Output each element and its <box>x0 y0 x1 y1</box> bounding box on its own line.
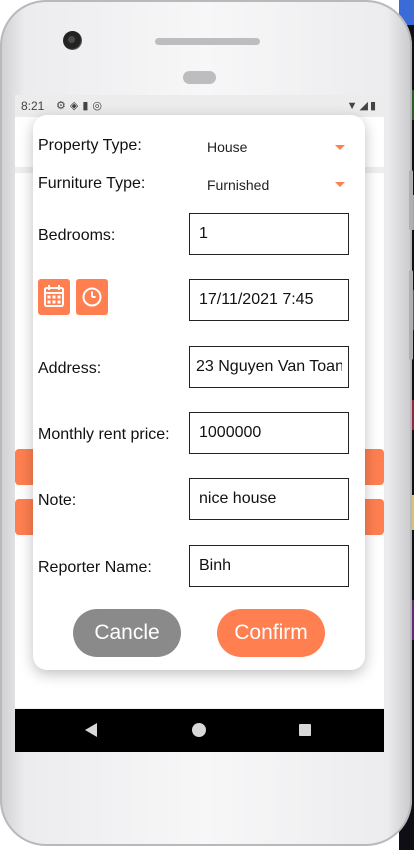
app-icon: ◈ <box>69 100 83 112</box>
address-input[interactable] <box>189 346 349 388</box>
settings-icon: ⚙ <box>56 100 70 112</box>
bedrooms-label: Bedrooms: <box>38 227 116 244</box>
status-bar: 8:21 ⚙◈▮◎ ▼◢▮ <box>15 95 384 117</box>
home-icon[interactable] <box>192 723 206 737</box>
volume-button[interactable] <box>409 170 413 230</box>
sync-icon: ◎ <box>92 100 107 112</box>
battery-icon: ▮ <box>369 100 378 112</box>
note-row: Note: <box>33 478 365 522</box>
calendar-icon <box>44 285 64 307</box>
note-input[interactable] <box>189 478 349 520</box>
property-type-label: Property Type: <box>38 137 142 154</box>
cancel-button[interactable]: Cancle <box>73 609 181 657</box>
status-system-icons: ▼◢▮ <box>347 99 378 112</box>
furniture-type-spinner[interactable]: Furnished <box>207 177 269 193</box>
date-picker-button[interactable] <box>38 279 70 315</box>
recents-icon[interactable] <box>299 724 311 736</box>
clock-icon <box>82 287 102 307</box>
rent-row: Monthly rent price: <box>33 412 365 456</box>
confirm-dialog: Property Type: House Furniture Type: Fur… <box>33 115 365 670</box>
earpiece-speaker <box>155 38 260 45</box>
datetime-input[interactable] <box>189 279 349 321</box>
reporter-input[interactable] <box>189 545 349 587</box>
property-type-spinner[interactable]: House <box>207 139 247 155</box>
power-button[interactable] <box>409 270 413 360</box>
reporter-row: Reporter Name: <box>33 545 365 589</box>
proximity-sensor <box>183 71 216 84</box>
note-label: Note: <box>38 492 77 509</box>
furniture-type-label: Furniture Type: <box>38 175 146 192</box>
back-icon[interactable] <box>85 723 97 737</box>
wifi-icon: ▼ <box>346 100 360 112</box>
confirm-button[interactable]: Confirm <box>217 609 325 657</box>
dropdown-arrow-icon[interactable] <box>335 182 345 187</box>
rent-label: Monthly rent price: <box>38 426 170 443</box>
dropdown-arrow-icon[interactable] <box>335 145 345 150</box>
navigation-bar <box>15 709 384 752</box>
bedrooms-row: Bedrooms: <box>33 213 365 257</box>
address-label: Address: <box>38 360 102 377</box>
reporter-label: Reporter Name: <box>38 559 152 576</box>
status-time: 8:21 <box>21 99 45 113</box>
bedrooms-input[interactable] <box>189 213 349 255</box>
address-row: Address: <box>33 346 365 390</box>
status-notification-icons: ⚙◈▮◎ <box>56 99 106 112</box>
time-picker-button[interactable] <box>76 279 108 315</box>
sd-card-icon: ▮ <box>82 100 93 112</box>
rent-input[interactable] <box>189 412 349 454</box>
datetime-row <box>33 279 365 323</box>
signal-icon: ◢ <box>359 100 370 112</box>
front-camera <box>63 31 82 50</box>
